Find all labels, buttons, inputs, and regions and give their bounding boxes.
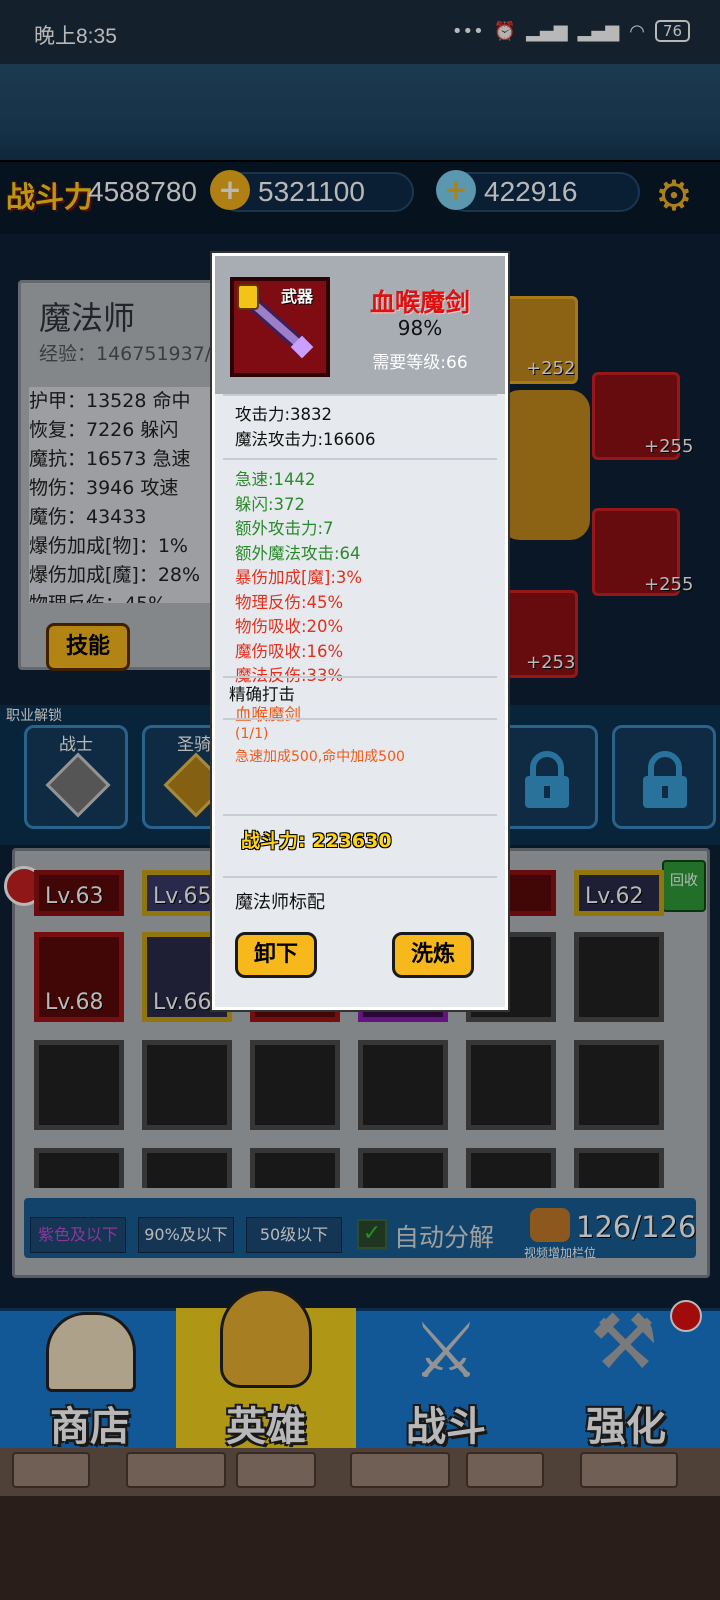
special-stat: 物伤吸收:20% [235, 617, 344, 636]
divider [223, 876, 497, 878]
item-header: 武器 血喉魔剑 98% 需要等级:66 [215, 256, 505, 394]
set-item-name: 血喉魔剑 [235, 705, 301, 724]
item-note: 魔法师标配 [235, 892, 325, 913]
item-required-level: 需要等级:66 [372, 353, 468, 373]
item-detail-popup: 武器 血喉魔剑 98% 需要等级:66 攻击力:3832 魔法攻击力:16606… [212, 253, 508, 1010]
special-stat: 物理反伤:45% [235, 593, 344, 612]
bonus-stat: 额外攻击力:7 [235, 519, 334, 538]
divider [223, 718, 497, 720]
divider [223, 814, 497, 816]
divider [223, 394, 497, 396]
divider [223, 676, 497, 678]
item-quality-percent: 98% [397, 316, 443, 340]
unequip-button[interactable]: 卸下 [235, 932, 317, 978]
divider [223, 458, 497, 460]
special-stat: 暴伤加成[魔]:3% [235, 568, 363, 587]
lock-icon[interactable] [237, 284, 259, 310]
base-stat: 魔法攻击力:16606 [235, 430, 376, 449]
item-type-tag: 武器 [281, 287, 314, 306]
bonus-stat: 额外魔法攻击:64 [235, 544, 361, 563]
item-name: 血喉魔剑 [369, 288, 470, 317]
refine-button[interactable]: 洗炼 [392, 932, 474, 978]
special-stat: 魔伤吸收:16% [235, 642, 344, 661]
set-bonus: 急速加成500,命中加成500 [235, 749, 405, 765]
bonus-stat: 急速:1442 [235, 470, 316, 489]
item-power: 战斗力: 223630 [241, 830, 392, 852]
base-stat: 攻击力:3832 [235, 405, 333, 424]
set-count: (1/1) [235, 726, 269, 742]
bonus-stat: 躲闪:372 [235, 495, 306, 514]
